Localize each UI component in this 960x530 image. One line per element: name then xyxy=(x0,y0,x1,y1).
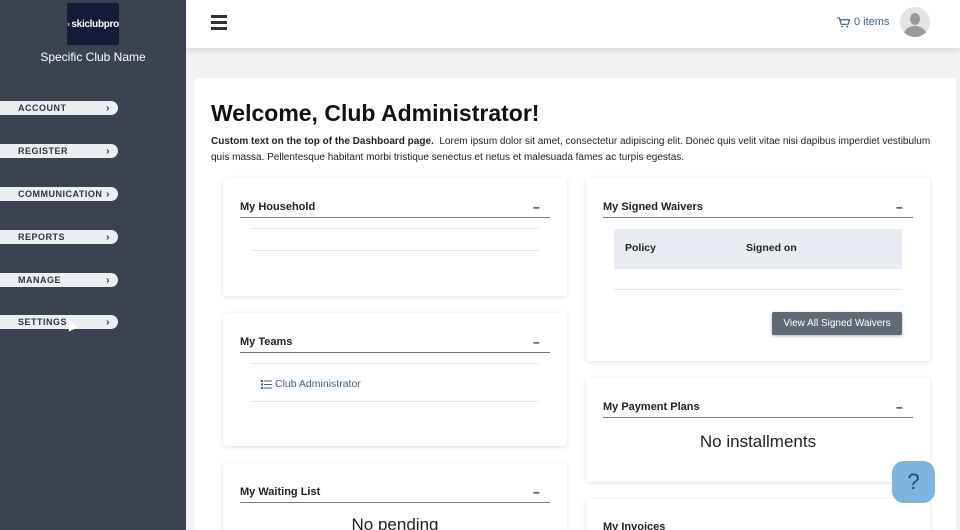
hamburger-icon[interactable] xyxy=(211,15,227,30)
team-link[interactable]: Club Administrator xyxy=(261,378,361,390)
column-header-signed-on: Signed on xyxy=(746,242,797,254)
waivers-table-header: Policy Signed on xyxy=(614,229,902,269)
cart-count: 0 items xyxy=(854,16,890,28)
sidebar: skiclubpro Specific Club Name ACCOUNT › … xyxy=(0,0,186,530)
empty-message: No installments xyxy=(699,432,817,451)
empty-message: No pending xyxy=(351,515,439,530)
sidebar-item-manage[interactable]: MANAGE › xyxy=(0,273,118,287)
chevron-right-icon: › xyxy=(106,188,110,200)
divider xyxy=(240,502,550,503)
card-title: My Waiting List xyxy=(240,486,321,498)
collapse-icon[interactable]: – xyxy=(533,485,540,499)
collapse-icon[interactable]: – xyxy=(533,200,540,214)
chevron-right-icon: › xyxy=(106,274,110,286)
collapse-icon[interactable]: – xyxy=(896,200,903,214)
card-title: My Household xyxy=(240,201,316,213)
divider xyxy=(603,217,913,218)
logo-text: skiclubpro xyxy=(71,18,119,30)
user-avatar-icon[interactable] xyxy=(900,7,930,37)
cart-icon xyxy=(837,16,850,28)
chevron-right-icon: › xyxy=(106,102,110,114)
top-bar: 0 items xyxy=(186,0,960,48)
divider xyxy=(251,228,539,229)
chevron-right-icon: › xyxy=(106,316,110,328)
sidebar-item-label: REPORTS xyxy=(18,232,66,242)
question-icon: ? xyxy=(907,469,920,494)
intro-text: Custom text on the top of the Dashboard … xyxy=(211,134,931,166)
chevron-right-icon: › xyxy=(106,231,110,243)
teams-card: My Teams – Club Administrator xyxy=(223,313,567,446)
sidebar-item-label: REGISTER xyxy=(18,146,69,156)
invoices-card: My Invoices xyxy=(586,499,930,530)
waiting-list-card: My Waiting List – No pending xyxy=(223,463,567,530)
collapse-icon[interactable]: – xyxy=(533,335,540,349)
sidebar-item-label: ACCOUNT xyxy=(18,103,67,113)
sidebar-item-reports[interactable]: REPORTS › xyxy=(0,230,118,244)
collapse-icon[interactable]: – xyxy=(896,400,903,414)
column-header-policy: Policy xyxy=(625,242,656,254)
card-title: My Teams xyxy=(240,336,293,348)
sidebar-item-communication[interactable]: COMMUNICATION › xyxy=(0,187,118,201)
team-link-label: Club Administrator xyxy=(275,378,361,390)
sidebar-item-account[interactable]: ACCOUNT › xyxy=(0,101,118,115)
club-name: Specific Club Name xyxy=(40,50,146,64)
sidebar-item-settings[interactable]: SETTINGS › xyxy=(0,315,118,329)
divider xyxy=(251,363,539,364)
card-title: My Payment Plans xyxy=(603,401,700,413)
chevron-right-icon: › xyxy=(106,145,110,157)
sidebar-item-label: MANAGE xyxy=(18,275,61,285)
sidebar-item-register[interactable]: REGISTER › xyxy=(0,144,118,158)
card-title: My Invoices xyxy=(603,521,666,530)
household-card: My Household – xyxy=(223,178,567,296)
divider xyxy=(251,250,539,251)
divider xyxy=(603,417,913,418)
view-all-signed-waivers-button[interactable]: View All Signed Waivers xyxy=(772,312,902,335)
intro-bold: Custom text on the top of the Dashboard … xyxy=(211,136,434,147)
divider xyxy=(251,401,539,402)
card-title: My Signed Waivers xyxy=(603,201,703,213)
divider xyxy=(614,289,902,290)
club-logo[interactable]: skiclubpro xyxy=(67,3,119,45)
sidebar-item-label: COMMUNICATION xyxy=(18,189,103,199)
help-button[interactable]: ? xyxy=(892,461,935,503)
divider xyxy=(240,352,550,353)
cart-button[interactable]: 0 items xyxy=(837,16,889,28)
sidebar-item-label: SETTINGS xyxy=(18,317,68,327)
page-title: Welcome, Club Administrator! xyxy=(211,100,540,126)
list-icon xyxy=(261,379,272,389)
divider xyxy=(240,217,550,218)
payment-plans-card: My Payment Plans – No installments xyxy=(586,378,930,482)
signed-waivers-card: My Signed Waivers – Policy Signed on Vie… xyxy=(586,178,930,361)
